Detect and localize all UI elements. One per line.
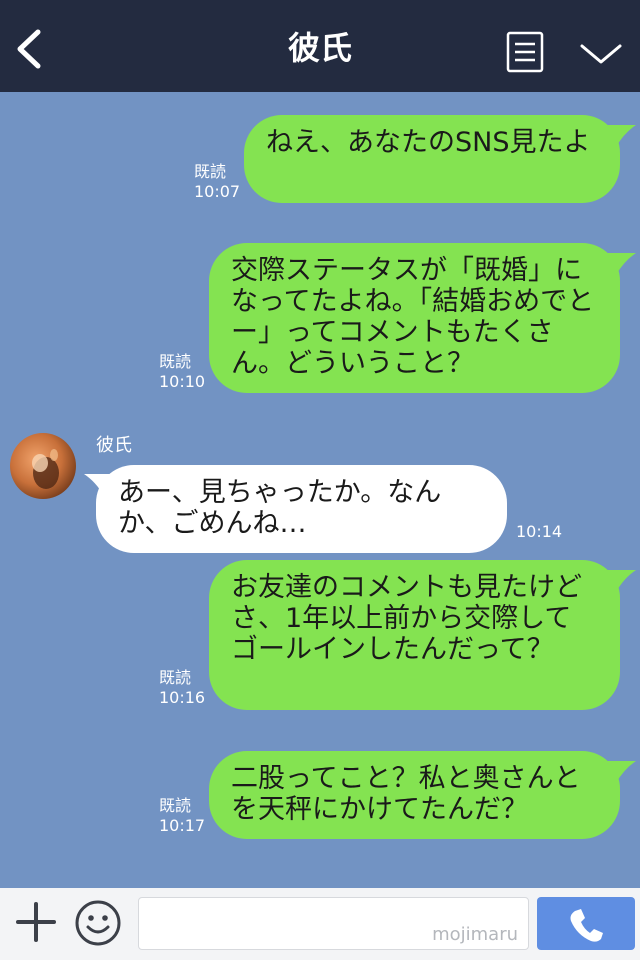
message-text: ねえ、あなたのSNS見たよ	[266, 127, 591, 158]
chat-header: 彼氏	[0, 0, 640, 92]
bubble-tail	[606, 761, 636, 783]
chat-title: 彼氏	[287, 29, 352, 67]
watermark-text: mojimaru	[432, 924, 518, 945]
read-receipt: 既読	[159, 352, 192, 371]
message-meta: 既読 10:17	[159, 796, 205, 836]
smiley-icon	[75, 900, 121, 946]
avatar-image	[10, 433, 76, 499]
read-receipt: 既読	[194, 162, 227, 181]
message-bubble-sent[interactable]: お友達のコメントも見たけどさ、1年以上前から交際してゴールインしたんだって？	[209, 560, 620, 710]
bubble-tail	[84, 474, 114, 496]
sender-name: 彼氏	[96, 435, 132, 456]
read-receipt: 既読	[159, 668, 192, 687]
message-input[interactable]: mojimaru	[138, 897, 529, 950]
call-button[interactable]	[537, 897, 635, 950]
message-time: 10:10	[159, 372, 206, 391]
message-bubble-sent[interactable]: 交際ステータスが「既婚」になってたよね。「結婚おめでとー」ってコメントもたくさん…	[209, 243, 620, 393]
message-meta: 10:14	[516, 522, 562, 542]
message-time: 10:16	[159, 688, 206, 707]
message-time: 10:14	[516, 522, 563, 541]
message-time: 10:07	[194, 182, 241, 201]
message-text: お友達のコメントも見たけどさ、1年以上前から交際してゴールインしたんだって？	[231, 572, 582, 665]
message-text: 交際ステータスが「既婚」になってたよね。「結婚おめでとー」ってコメントもたくさん…	[231, 255, 595, 379]
chevron-down-icon	[580, 44, 622, 64]
read-receipt: 既読	[159, 796, 192, 815]
message-bubble-sent[interactable]: 二股ってこと？私と奥さんとを天秤にかけてたんだ？	[209, 751, 620, 839]
avatar[interactable]	[10, 433, 76, 499]
add-button[interactable]	[14, 900, 58, 944]
message-meta: 既読 10:16	[159, 668, 205, 708]
message-bubble-received[interactable]: あー、見ちゃったか。なんか、ごめんね…	[96, 465, 507, 553]
bubble-tail	[606, 125, 636, 147]
memo-icon	[506, 31, 544, 73]
phone-icon	[570, 909, 603, 942]
message-text: あー、見ちゃったか。なんか、ごめんね…	[118, 477, 442, 539]
message-bubble-sent[interactable]: ねえ、あなたのSNS見たよ	[244, 115, 620, 203]
bubble-tail	[606, 570, 636, 592]
plus-icon	[16, 902, 56, 942]
bubble-tail	[606, 253, 636, 275]
message-text: 二股ってこと？私と奥さんとを天秤にかけてたんだ？	[231, 763, 581, 825]
message-list[interactable]: 既読 10:07 ねえ、あなたのSNS見たよ 既読 10:10 交際ステータスが…	[0, 92, 640, 888]
message-time: 10:17	[159, 816, 206, 835]
message-meta: 既読 10:07	[194, 162, 240, 202]
message-meta: 既読 10:10	[159, 352, 205, 392]
emoji-button[interactable]	[74, 899, 122, 947]
collapse-button[interactable]	[578, 38, 624, 68]
menu-button[interactable]	[506, 31, 544, 73]
